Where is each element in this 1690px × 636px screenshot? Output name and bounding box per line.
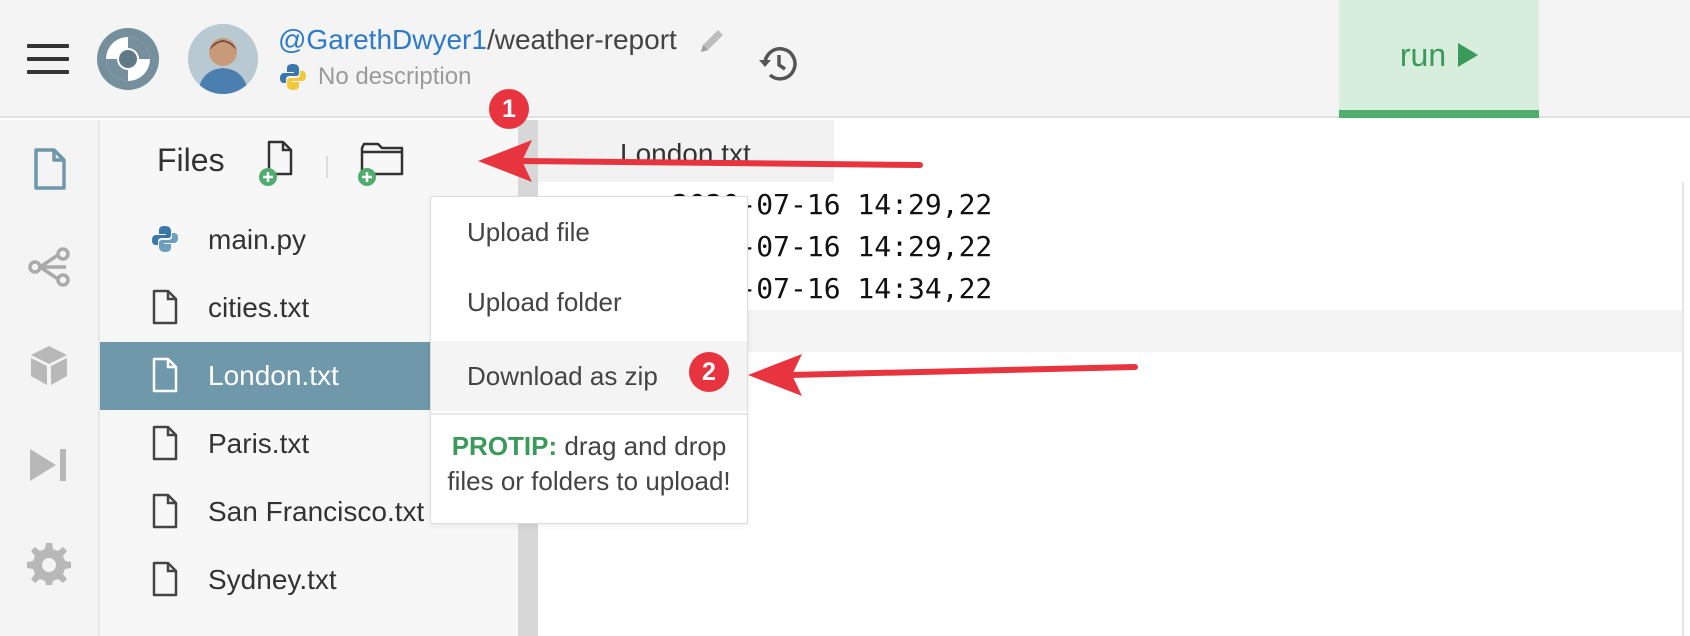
run-label: run (1399, 36, 1447, 73)
python-icon (280, 64, 306, 90)
add-folder-icon[interactable] (356, 138, 408, 188)
editor-right-border (1682, 182, 1690, 636)
file-name: London.txt (208, 360, 339, 391)
top-header: @GarethDwyer1/weather-report No descript… (0, 0, 1690, 118)
hamburger-menu-icon[interactable] (27, 44, 69, 74)
menu-divider (431, 413, 747, 415)
repo-owner-link[interactable]: @GarethDwyer1 (278, 24, 487, 55)
file-icon (152, 425, 178, 461)
settings-icon[interactable] (26, 540, 72, 586)
file-name: San Francisco.txt (208, 496, 425, 527)
file-icon[interactable] (26, 146, 72, 192)
replit-logo[interactable] (95, 26, 161, 92)
protip-text: PROTIP: drag and drop files or folders t… (431, 429, 747, 499)
upload-file-menu-item[interactable]: Upload file (431, 197, 747, 267)
file-name: Sydney.txt (208, 564, 337, 595)
file-icon (152, 357, 178, 393)
files-title: Files (157, 142, 225, 178)
file-name: main.py (208, 224, 307, 255)
file-icon (152, 289, 178, 325)
python-icon (152, 226, 178, 252)
repo-name: /weather-report (486, 24, 677, 55)
history-icon[interactable] (757, 42, 801, 86)
menu-item-label: Upload folder (467, 287, 622, 317)
file-item-sydney-txt[interactable]: Sydney.txt (100, 546, 518, 614)
annotation-arrow-1 (478, 140, 923, 182)
toolbar-divider (326, 156, 328, 178)
protip-label: PROTIP: (451, 431, 558, 461)
run-button[interactable]: run (1339, 0, 1539, 118)
menu-item-label: Upload file (467, 217, 590, 247)
annotation-arrow-2 (748, 354, 1138, 396)
annotation-badge-2: 2 (689, 352, 729, 392)
menu-item-label: Download as zip (467, 361, 658, 391)
repo-title: @GarethDwyer1/weather-report (278, 24, 677, 56)
annotation-badge-1: 1 (489, 89, 529, 129)
file-name: cities.txt (208, 292, 310, 323)
file-icon (152, 561, 178, 597)
user-avatar[interactable] (188, 24, 258, 94)
upload-folder-menu-item[interactable]: Upload folder (431, 267, 747, 337)
sidebar-icon-bar (0, 120, 100, 636)
file-icon (152, 493, 178, 529)
package-icon[interactable] (26, 342, 72, 388)
files-header: Files (100, 120, 518, 206)
play-icon (1458, 43, 1479, 67)
repo-description[interactable]: No description (318, 63, 471, 91)
debugger-icon[interactable] (26, 442, 72, 488)
share-icon[interactable] (26, 244, 72, 290)
edit-pencil-icon[interactable] (697, 26, 727, 56)
file-name: Paris.txt (208, 428, 310, 459)
add-file-icon[interactable] (257, 138, 303, 188)
